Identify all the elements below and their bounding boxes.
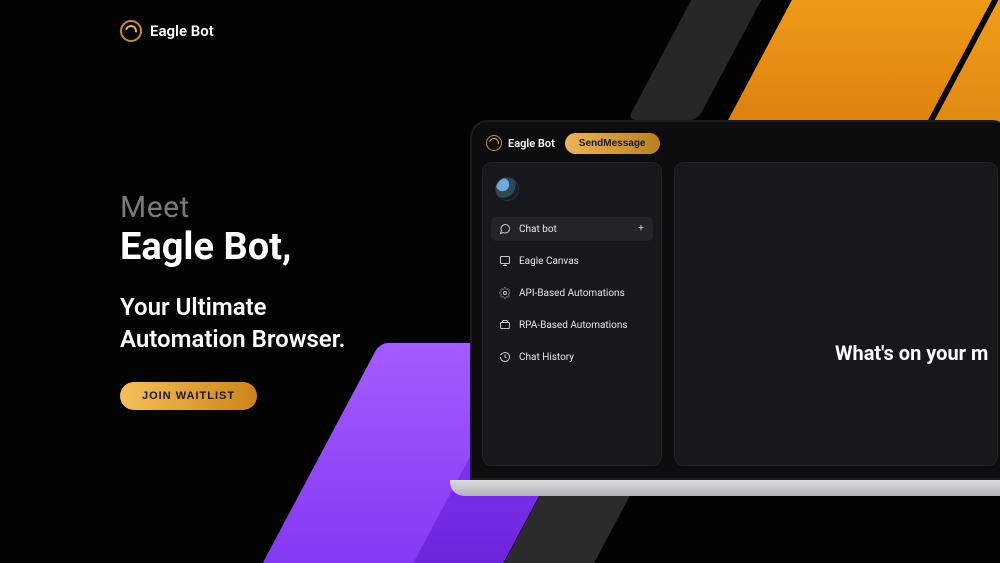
sidebar-item-api-automations[interactable]: API-Based Automations (491, 281, 653, 305)
app-header: Eagle Bot SendMessage (482, 132, 998, 162)
brand-name: Eagle Bot (150, 22, 214, 40)
avatar-wrap (491, 173, 653, 209)
sidebar-item-chat-bot[interactable]: Chat bot (491, 217, 653, 241)
sidebar-item-label: RPA-Based Automations (519, 320, 628, 331)
sidebar-item-label: Eagle Canvas (519, 256, 579, 267)
hero-kicker: Meet (120, 190, 345, 225)
hero-subtitle: Your Ultimate Automation Browser. (120, 291, 345, 356)
sidebar-item-label: API-Based Automations (519, 288, 625, 299)
hero: Meet Eagle Bot, Your Ultimate Automation… (120, 190, 345, 410)
canvas-icon (499, 255, 511, 267)
laptop-mockup: Eagle Bot SendMessage Chat bot (470, 120, 1000, 496)
app-brand-name: Eagle Bot (508, 137, 555, 150)
laptop-base (450, 480, 1000, 496)
send-message-button[interactable]: SendMessage (565, 133, 660, 154)
sidebar-item-chat-history[interactable]: Chat History (491, 345, 653, 369)
sidebar-item-eagle-canvas[interactable]: Eagle Canvas (491, 249, 653, 273)
chat-icon (499, 223, 511, 235)
main-heading: What's on your m (835, 341, 988, 365)
site-logo[interactable]: Eagle Bot (120, 20, 214, 42)
join-waitlist-button[interactable]: JOIN WAITLIST (120, 382, 257, 410)
history-icon (499, 351, 511, 363)
sidebar-item-label: Chat History (519, 352, 574, 363)
eagle-logo-icon (120, 20, 142, 42)
app-main: What's on your m (674, 162, 998, 466)
hero-title: Eagle Bot, (120, 227, 345, 269)
sidebar-item-label: Chat bot (519, 224, 557, 235)
rpa-icon (499, 319, 511, 331)
app-logo[interactable]: Eagle Bot (486, 135, 555, 151)
user-avatar[interactable] (495, 177, 519, 201)
laptop-screen: Eagle Bot SendMessage Chat bot (470, 120, 1000, 480)
app-sidebar: Chat bot Eagle Canvas API-Based Aut (482, 162, 662, 466)
sidebar-item-rpa-automations[interactable]: RPA-Based Automations (491, 313, 653, 337)
plus-icon[interactable] (635, 223, 647, 235)
hero-subtitle-line: Automation Browser. (120, 325, 345, 353)
eagle-logo-icon (486, 135, 502, 151)
gear-icon (499, 287, 511, 299)
hero-subtitle-line: Your Ultimate (120, 293, 267, 321)
